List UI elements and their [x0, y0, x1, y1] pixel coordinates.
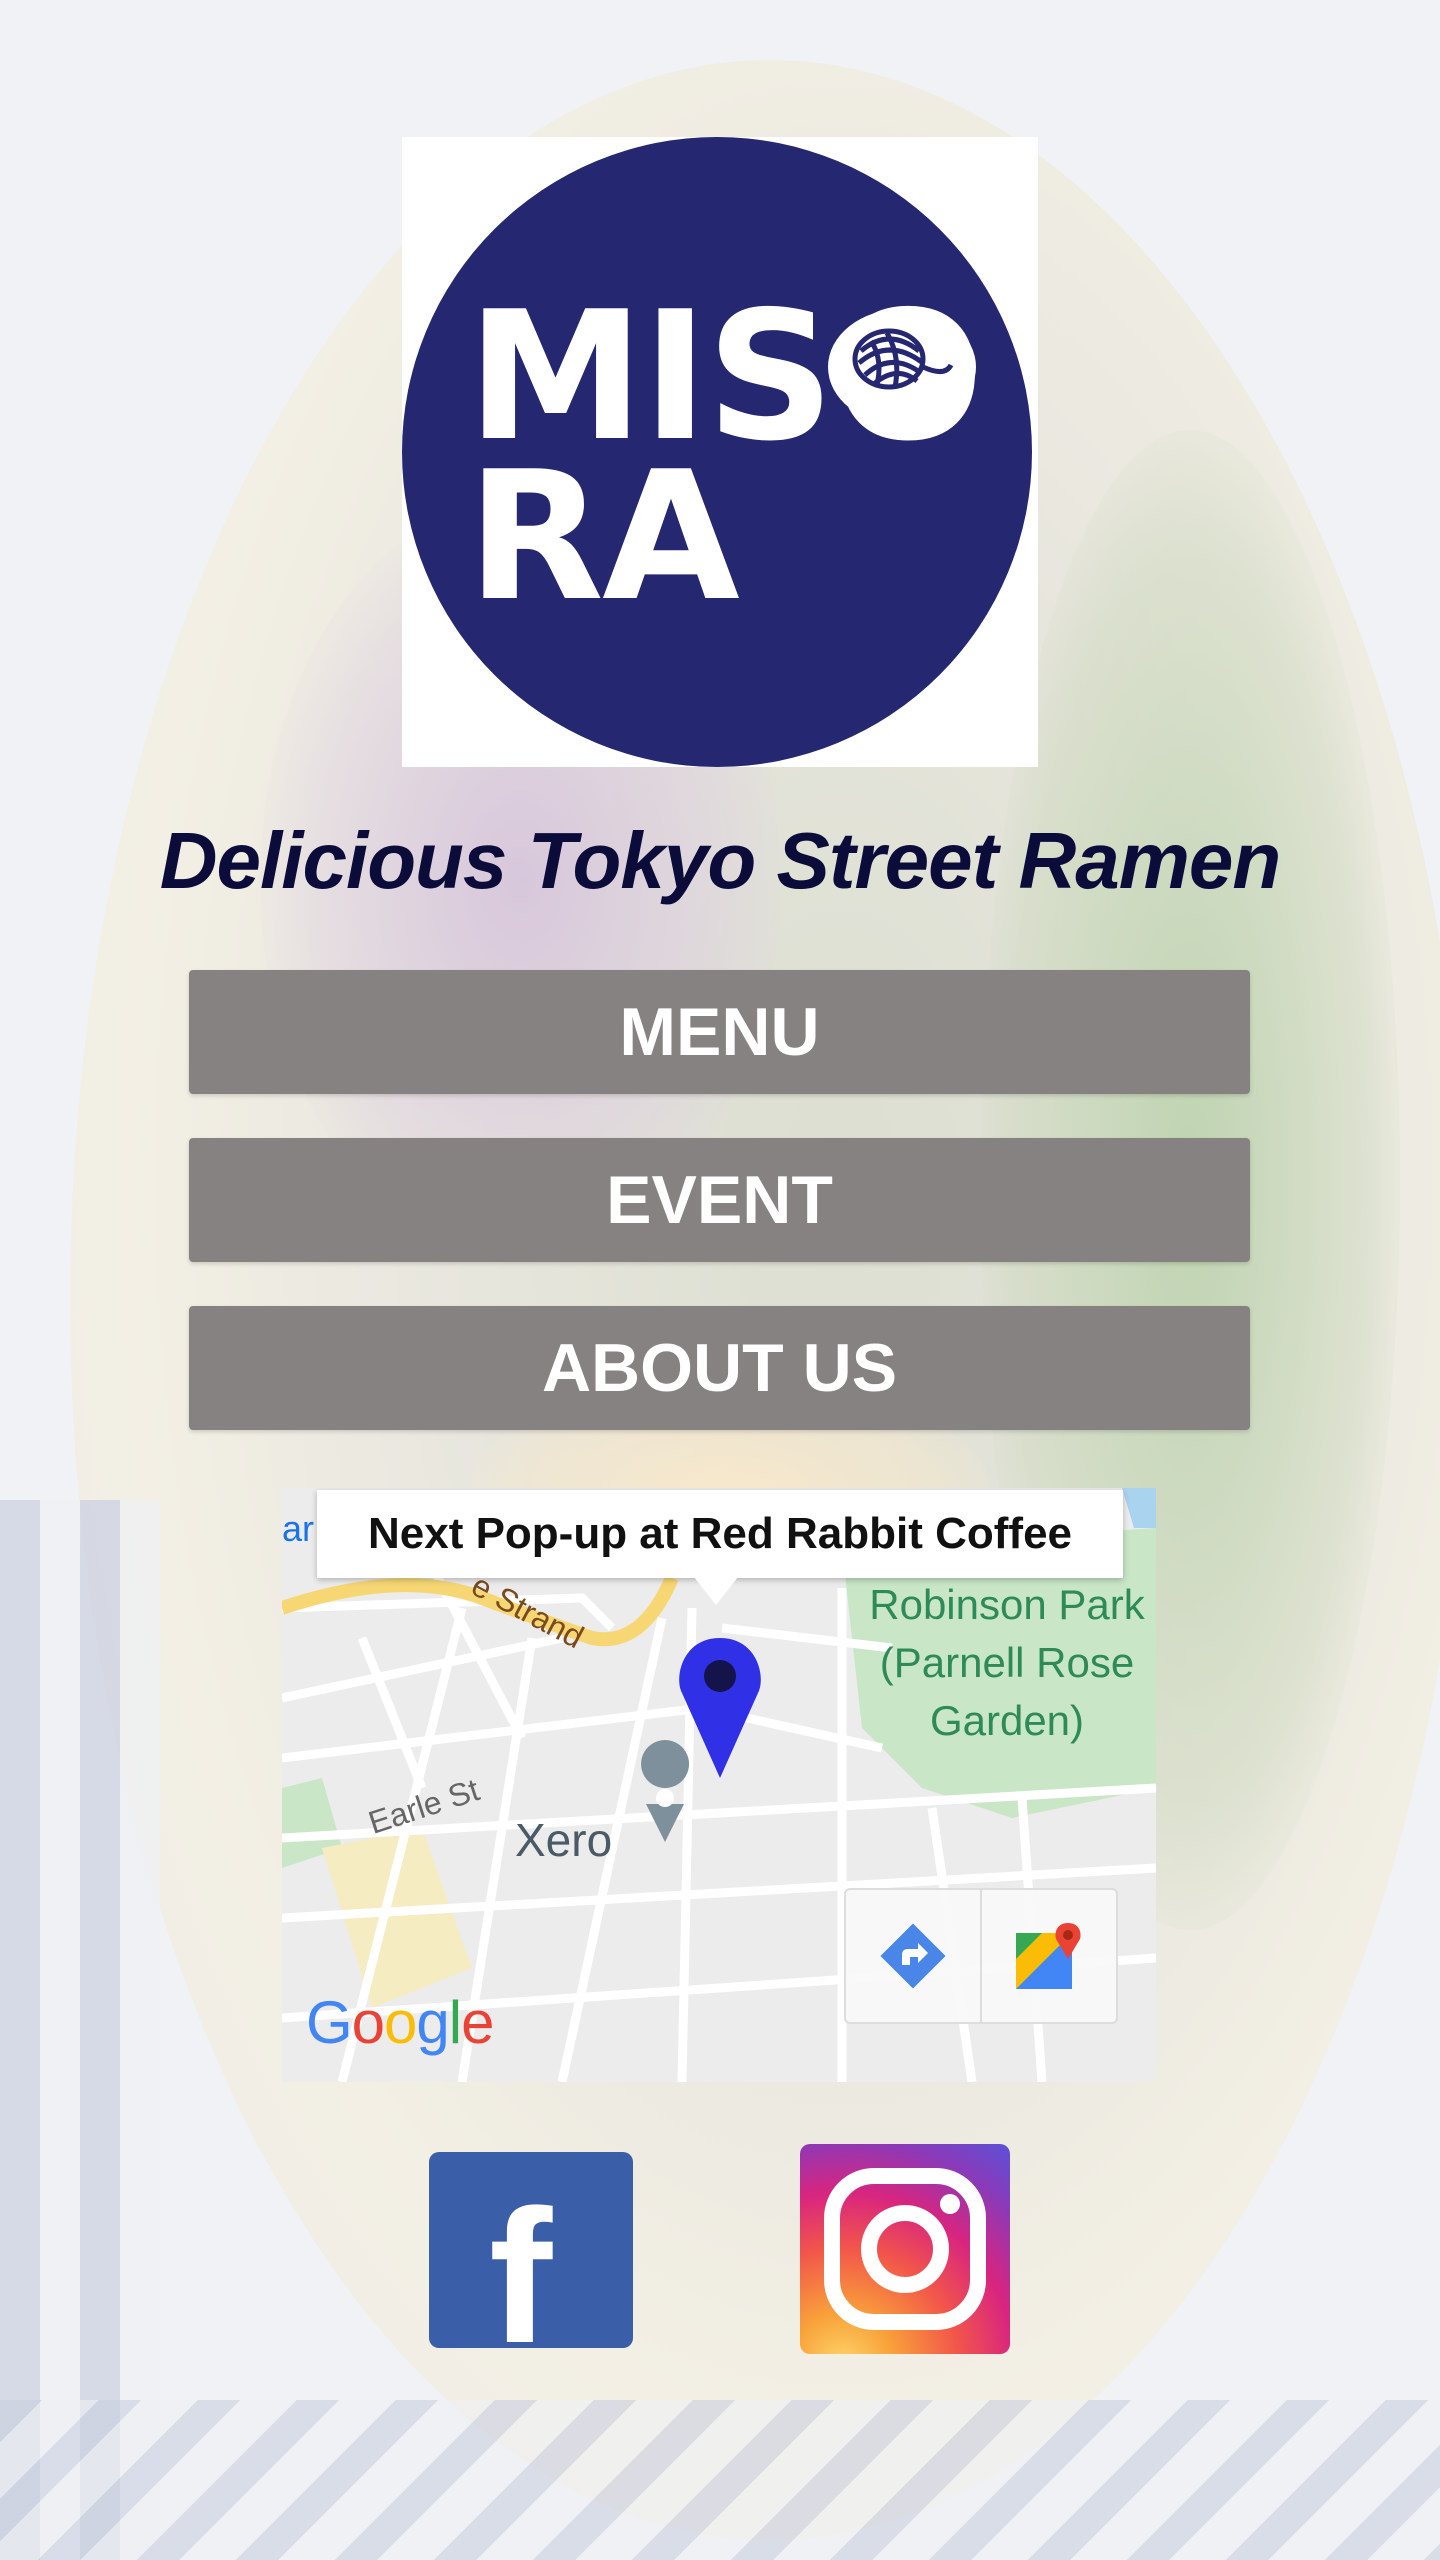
map-edge-label: ar: [282, 1508, 315, 1549]
park-label: Robinson Park (Parnell Rose Garden): [869, 1581, 1145, 1744]
facebook-link[interactable]: f: [429, 2152, 633, 2372]
map-controls: [844, 1888, 1118, 2024]
google-maps-icon: [1016, 1923, 1081, 1989]
info-window-tail: [694, 1577, 738, 1605]
brand-logo: MISO RA: [402, 137, 1038, 767]
directions-button[interactable]: [846, 1890, 980, 2022]
google-logo: Google: [306, 1989, 495, 2056]
event-button[interactable]: EVENT: [189, 1138, 1250, 1262]
tagline: Delicious Tokyo Street Ramen: [159, 816, 1281, 905]
open-in-maps-button[interactable]: [980, 1890, 1116, 2022]
instagram-link[interactable]: [800, 2144, 1010, 2354]
location-map[interactable]: ar e Strand Earle St Xero Robinson Park …: [282, 1488, 1156, 2082]
map-info-window[interactable]: Next Pop-up at Red Rabbit Coffee: [317, 1490, 1123, 1578]
directions-icon: [880, 1923, 946, 1989]
about-us-button[interactable]: ABOUT US: [189, 1306, 1250, 1430]
facebook-icon: f: [489, 2171, 553, 2383]
yarn-ball-icon: [828, 309, 976, 425]
poi-label-xero: Xero: [515, 1814, 613, 1866]
logo-line-2: RA: [467, 433, 740, 640]
instagram-icon: [824, 2168, 986, 2330]
menu-button[interactable]: MENU: [189, 970, 1250, 1094]
